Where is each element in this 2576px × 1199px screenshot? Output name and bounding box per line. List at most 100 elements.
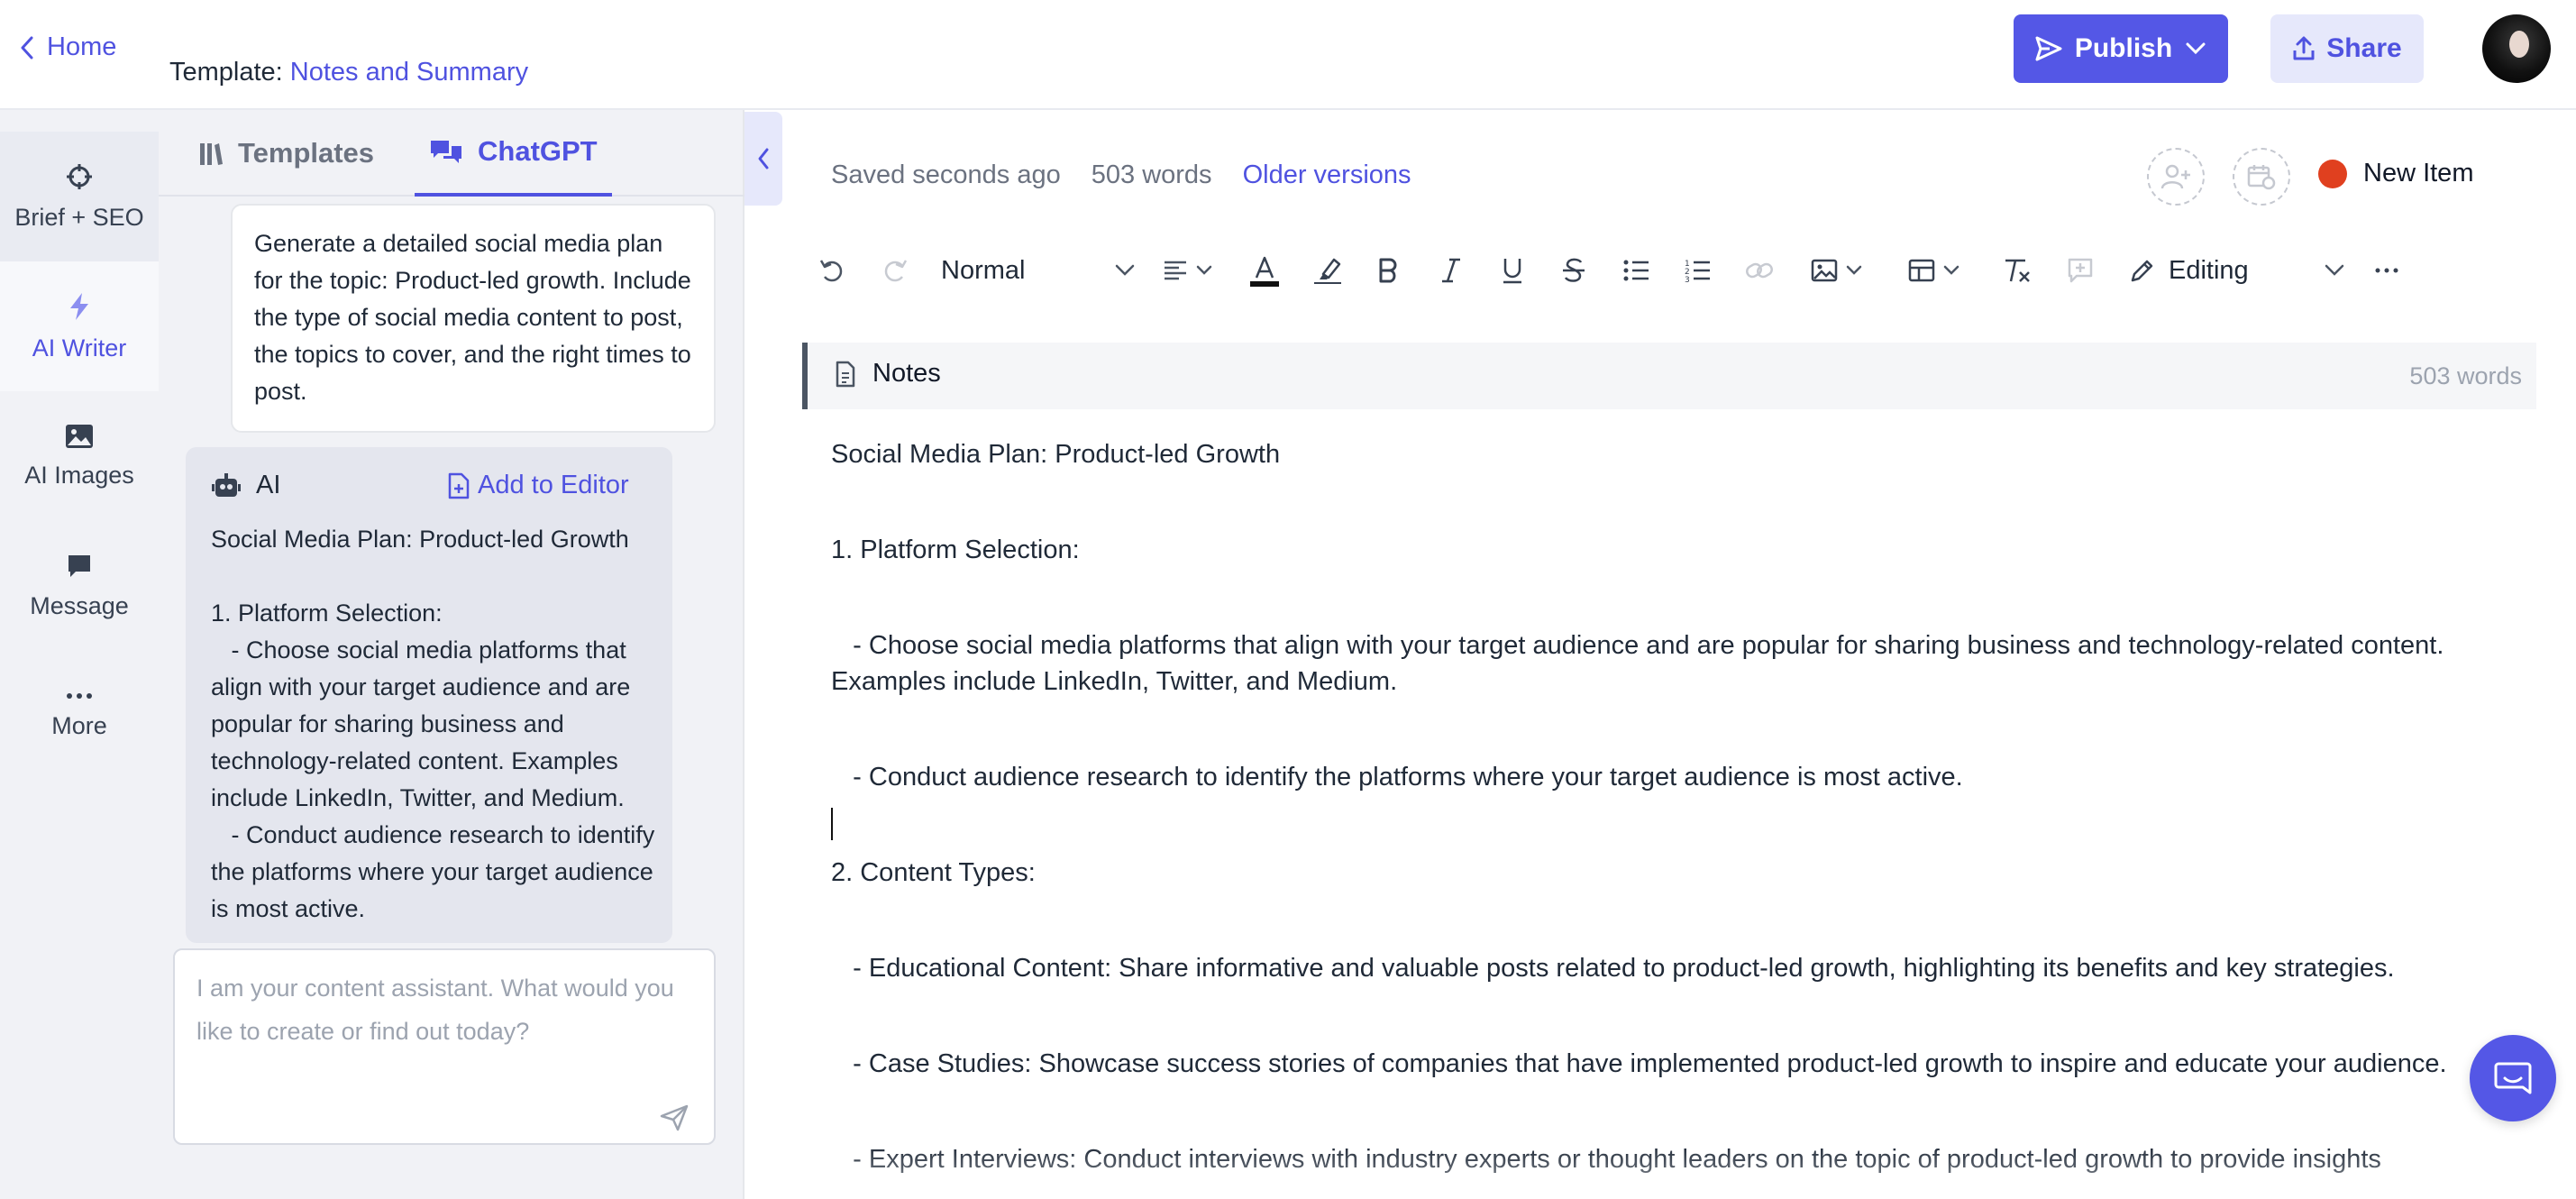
undo-icon xyxy=(819,257,846,284)
status-selector[interactable]: New Item xyxy=(2318,159,2473,188)
message-icon xyxy=(66,553,93,580)
editor-content[interactable]: Social Media Plan: Product-led Growth 1.… xyxy=(831,436,2507,1199)
template-prefix: Template: xyxy=(169,58,283,87)
image-icon xyxy=(1811,259,1838,282)
publish-label: Publish xyxy=(2074,33,2173,63)
rail-item-label: AI Images xyxy=(24,461,134,489)
notes-title-label: Notes xyxy=(872,359,941,388)
insert-table-dropdown[interactable] xyxy=(1900,243,1969,297)
strikethrough-icon xyxy=(1561,257,1586,284)
rail-item-ai-writer[interactable]: AI Writer xyxy=(0,261,159,391)
add-to-editor-button[interactable]: Add to Editor xyxy=(447,471,629,500)
older-versions-link[interactable]: Older versions xyxy=(1243,160,1411,190)
editor-paragraph: 2. Content Types: xyxy=(831,858,1036,887)
svg-text:3: 3 xyxy=(1685,276,1690,283)
send-icon xyxy=(660,1104,689,1131)
chevron-down-icon xyxy=(2185,41,2206,56)
help-chat-button[interactable] xyxy=(2470,1035,2556,1121)
link-button[interactable] xyxy=(1741,243,1777,297)
clear-format-icon xyxy=(2002,258,2032,283)
top-bar: Home Template: Notes and Summary Publish… xyxy=(0,0,2576,110)
chat-input-box xyxy=(173,948,716,1145)
send-message-button[interactable] xyxy=(656,1100,692,1136)
status-dot xyxy=(2318,159,2347,188)
table-icon xyxy=(1908,259,1935,282)
user-avatar[interactable] xyxy=(2482,14,2551,83)
editor-paragraph: - Educational Content: Share informative… xyxy=(831,954,2395,983)
rail-item-more[interactable]: More xyxy=(0,651,159,781)
tab-label: Templates xyxy=(238,137,375,169)
bold-icon xyxy=(1377,257,1399,284)
calendar-icon xyxy=(2247,163,2276,190)
editor-paragraph: Social Media Plan: Product-led Growth xyxy=(831,440,1281,469)
share-button[interactable]: Share xyxy=(2270,14,2424,83)
notes-word-count: 503 words xyxy=(2409,362,2522,389)
lightning-icon xyxy=(67,291,92,322)
template-name[interactable]: Notes and Summary xyxy=(290,58,528,87)
chevron-down-icon xyxy=(1195,264,1213,277)
editing-mode-dropdown[interactable]: Editing xyxy=(2129,243,2345,297)
assign-user-button[interactable] xyxy=(2147,148,2205,206)
status-label: New Item xyxy=(2363,159,2474,188)
undo-button[interactable] xyxy=(815,243,851,297)
left-rail: Brief + SEO AI Writer AI Images Message … xyxy=(0,110,159,1199)
image-icon xyxy=(65,424,94,449)
upload-icon xyxy=(2292,36,2316,61)
clear-format-button[interactable] xyxy=(1999,243,2035,297)
tab-templates[interactable]: Templates xyxy=(198,110,374,197)
underline-button[interactable] xyxy=(1494,243,1530,297)
tab-chatgpt[interactable]: ChatGPT xyxy=(415,110,612,197)
collapse-panel-button[interactable] xyxy=(744,112,782,206)
bold-button[interactable] xyxy=(1370,243,1406,297)
align-dropdown[interactable] xyxy=(1154,243,1222,297)
rail-item-label: Brief + SEO xyxy=(14,203,144,231)
editor-paragraph: - Expert Interviews: Conduct interviews … xyxy=(831,1145,2381,1174)
notes-section-header[interactable]: Notes 503 words xyxy=(802,343,2536,409)
redo-button[interactable] xyxy=(876,243,912,297)
editor-toolbar: Normal 1 2 3 Editing xyxy=(811,243,2398,297)
notes-title: Notes xyxy=(835,359,941,389)
text-style-dropdown[interactable]: Normal xyxy=(941,243,1136,297)
italic-button[interactable] xyxy=(1433,243,1469,297)
home-label: Home xyxy=(47,32,117,61)
more-options-button[interactable] xyxy=(2369,243,2405,297)
crosshair-icon xyxy=(65,162,94,191)
editing-mode-value: Editing xyxy=(2169,255,2249,285)
template-indicator: Template: Notes and Summary xyxy=(169,58,528,87)
chevron-left-icon xyxy=(756,147,771,170)
home-link[interactable]: Home xyxy=(20,32,116,62)
more-dots-icon xyxy=(2375,267,2398,274)
chat-tabs: Templates ChatGPT xyxy=(159,110,744,197)
editor-paragraph: - Choose social media platforms that ali… xyxy=(831,631,2452,696)
editor-paragraph: 1. Platform Selection: xyxy=(831,535,1080,564)
numbered-list-button[interactable]: 123 xyxy=(1680,243,1716,297)
rail-item-message[interactable]: Message xyxy=(0,521,159,651)
rail-item-ai-images[interactable]: AI Images xyxy=(0,391,159,521)
bullet-list-button[interactable] xyxy=(1619,243,1655,297)
robot-icon xyxy=(211,472,242,499)
chat-input[interactable] xyxy=(196,966,692,1102)
highlight-button[interactable] xyxy=(1307,243,1348,297)
rail-item-label: AI Writer xyxy=(32,334,127,362)
ai-response-card: AI Add to Editor Social Media Plan: Prod… xyxy=(186,447,672,943)
schedule-button[interactable] xyxy=(2233,148,2290,206)
chevron-down-icon xyxy=(1942,264,1960,277)
chevron-down-icon xyxy=(1114,263,1136,278)
rail-item-brief-seo[interactable]: Brief + SEO xyxy=(0,132,159,261)
insert-image-dropdown[interactable] xyxy=(1803,243,1871,297)
tab-label: ChatGPT xyxy=(478,135,598,167)
share-label: Share xyxy=(2326,33,2402,63)
redo-icon xyxy=(881,257,908,284)
more-dots-icon xyxy=(66,692,93,700)
add-comment-button[interactable] xyxy=(2062,243,2098,297)
rail-item-label: More xyxy=(51,711,107,739)
text-style-value: Normal xyxy=(941,255,1026,285)
publish-button[interactable]: Publish xyxy=(2014,14,2228,83)
text-color-button[interactable] xyxy=(1244,243,1285,297)
library-icon xyxy=(198,140,224,167)
chevron-down-icon xyxy=(1845,264,1863,277)
strikethrough-button[interactable] xyxy=(1556,243,1592,297)
user-prompt-bubble: Generate a detailed social media plan fo… xyxy=(231,204,716,433)
editor-paragraph: - Case Studies: Showcase success stories… xyxy=(831,1049,2447,1078)
editor-status: Saved seconds ago 503 words Older versio… xyxy=(831,160,1411,190)
